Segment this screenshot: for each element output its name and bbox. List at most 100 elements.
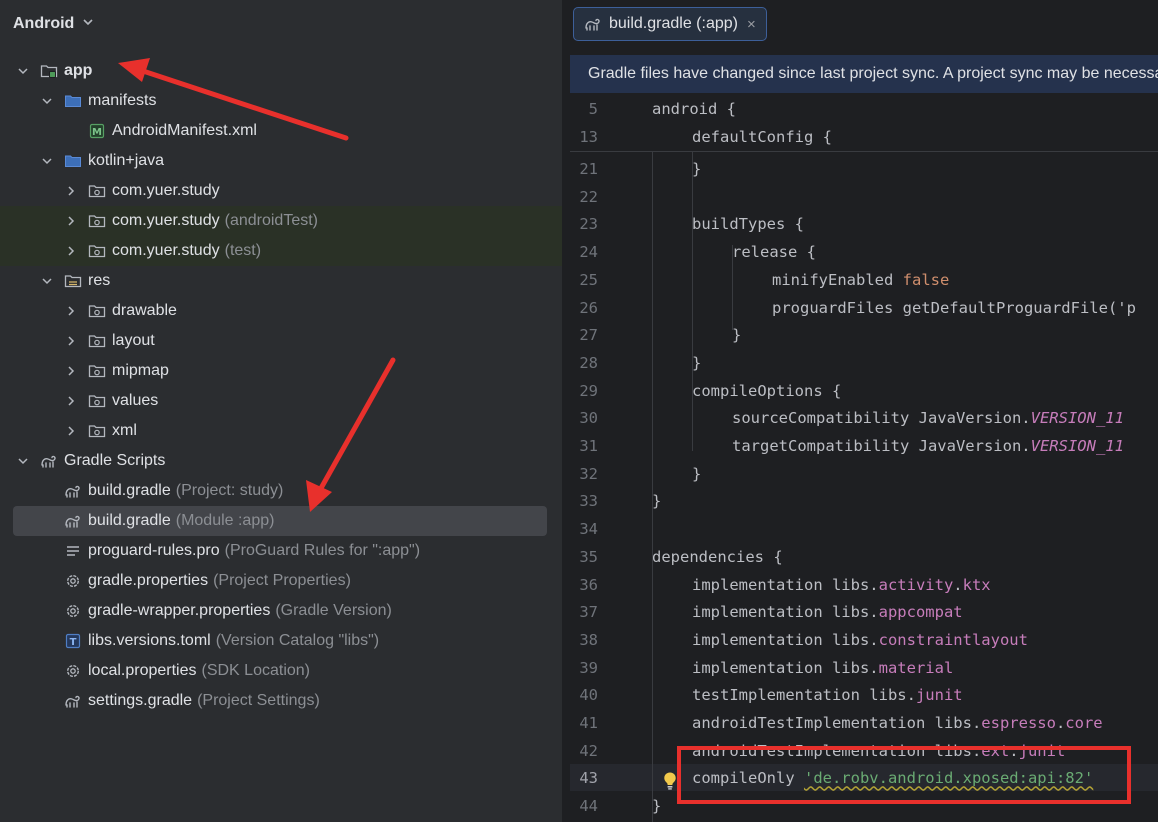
chevron-right-icon[interactable] bbox=[64, 184, 78, 198]
code-line[interactable]: 21} bbox=[570, 155, 1158, 182]
code-line[interactable]: 32} bbox=[570, 460, 1158, 487]
code-text: compileOptions { bbox=[692, 382, 841, 400]
chevron-right-icon[interactable] bbox=[64, 364, 78, 378]
code-line[interactable]: 43 compileOnly 'de.robv.android.xposed:ap… bbox=[570, 764, 1158, 791]
tab-build-gradle-app[interactable]: build.gradle (:app) × bbox=[573, 7, 767, 41]
code-line[interactable]: 34 bbox=[570, 515, 1158, 542]
code-line[interactable]: 30 sourceCompatibility JavaVersion.VERSIO… bbox=[570, 404, 1158, 431]
code-line[interactable]: 22 bbox=[570, 183, 1158, 210]
code-token: material bbox=[878, 658, 954, 677]
chevron-right-icon[interactable] bbox=[64, 424, 78, 438]
code-line[interactable]: 26 proguardFiles getDefaultProguardFile('… bbox=[570, 294, 1158, 321]
chevron-right-icon[interactable] bbox=[64, 304, 78, 318]
code-line[interactable]: 33} bbox=[570, 487, 1158, 514]
close-icon[interactable]: × bbox=[747, 16, 756, 33]
line-number: 32 bbox=[579, 464, 598, 483]
code-token: constraintlayout bbox=[878, 630, 1028, 649]
tree-item-pkg-main[interactable]: com.yuer.study bbox=[0, 176, 562, 206]
sync-notification-banner: Gradle files have changed since last pro… bbox=[570, 55, 1158, 93]
line-number: 28 bbox=[579, 353, 598, 372]
tree-item-gradle-properties[interactable]: gradle.properties (Project Properties) bbox=[0, 566, 562, 596]
tree-item-gradle-scripts[interactable]: Gradle Scripts bbox=[0, 446, 562, 476]
code-line[interactable]: 42 androidTestImplementation libs.ext.jun… bbox=[570, 737, 1158, 764]
tree-item-drawable[interactable]: drawable bbox=[0, 296, 562, 326]
tree-item-pkg-android-test[interactable]: com.yuer.study (androidTest) bbox=[0, 206, 562, 236]
chevron-right-icon[interactable] bbox=[64, 214, 78, 228]
panel-splitter[interactable] bbox=[562, 0, 570, 822]
tree-item-pkg-test[interactable]: com.yuer.study (test) bbox=[0, 236, 562, 266]
code-line[interactable]: 28} bbox=[570, 349, 1158, 376]
code-line[interactable]: 5 android { bbox=[570, 95, 1158, 122]
code-line[interactable]: 44} bbox=[570, 792, 1158, 819]
code-token: implementation libs. bbox=[692, 602, 879, 621]
code-line[interactable]: 37 implementation libs.appcompat bbox=[570, 598, 1158, 625]
gear-icon bbox=[64, 602, 82, 620]
tree-item-xml[interactable]: xml bbox=[0, 416, 562, 446]
chevron-right-icon[interactable] bbox=[64, 394, 78, 408]
code-line[interactable]: 41 androidTestImplementation libs.espress… bbox=[570, 709, 1158, 736]
code-line[interactable]: 13 defaultConfig { bbox=[570, 123, 1158, 150]
chevron-down-icon[interactable] bbox=[16, 64, 30, 78]
tree-item-settings-gradle[interactable]: settings.gradle (Project Settings) bbox=[0, 686, 562, 716]
package-icon bbox=[88, 392, 106, 410]
code-token: core bbox=[1065, 713, 1103, 732]
toml-file-icon: T bbox=[64, 632, 82, 650]
code-token: compileOnly bbox=[692, 768, 804, 787]
code-token: false bbox=[902, 270, 950, 289]
code-line[interactable]: 24 release { bbox=[570, 238, 1158, 265]
code-line[interactable]: 25 minifyEnabled false bbox=[570, 266, 1158, 293]
tree-item-libs-versions[interactable]: Tlibs.versions.toml (Version Catalog "lib… bbox=[0, 626, 562, 656]
code-line[interactable]: 27} bbox=[570, 321, 1158, 348]
chevron-down-icon[interactable] bbox=[40, 154, 54, 168]
chevron-right-icon[interactable] bbox=[64, 244, 78, 258]
tree-item-build-gradle-module[interactable]: build.gradle (Module :app) bbox=[13, 506, 547, 536]
code-token: VERSION_11 bbox=[1030, 408, 1124, 427]
chevron-right-icon[interactable] bbox=[64, 334, 78, 348]
code-line[interactable]: 31 targetCompatibility JavaVersion.VERSIO… bbox=[570, 432, 1158, 459]
line-number: 13 bbox=[579, 127, 598, 146]
code-line[interactable]: 23 buildTypes { bbox=[570, 210, 1158, 237]
code-line[interactable]: 38 implementation libs.constraintlayout bbox=[570, 626, 1158, 653]
code-line[interactable]: 40 testImplementation libs.junit bbox=[570, 681, 1158, 708]
view-selector-dropdown[interactable]: Android bbox=[13, 13, 94, 35]
code-line[interactable]: 29 compileOptions { bbox=[570, 377, 1158, 404]
code-token: . bbox=[1055, 713, 1066, 732]
tree-item-proguard-rules[interactable]: proguard-rules.pro (ProGuard Rules for ":… bbox=[0, 536, 562, 566]
tree-item-res[interactable]: res bbox=[0, 266, 562, 296]
view-selector-label: Android bbox=[13, 15, 75, 32]
code-token: implementation libs. bbox=[692, 658, 879, 677]
tree-item-manifest-file[interactable]: M AndroidManifest.xml bbox=[0, 116, 562, 146]
line-number: 40 bbox=[579, 685, 598, 704]
tree-item-local-properties[interactable]: local.properties (SDK Location) bbox=[0, 656, 562, 686]
tree-item-values[interactable]: values bbox=[0, 386, 562, 416]
code-editor[interactable]: 5 android {13 defaultConfig { 21} 22 23 build… bbox=[570, 95, 1158, 822]
sticky-lines[interactable]: 5 android {13 defaultConfig { bbox=[570, 95, 1158, 152]
tree-item-manifests[interactable]: manifests bbox=[0, 86, 562, 116]
chevron-down-icon[interactable] bbox=[40, 274, 54, 288]
code-line[interactable]: 39 implementation libs.material bbox=[570, 654, 1158, 681]
package-icon bbox=[88, 332, 106, 350]
tree-item-layout[interactable]: layout bbox=[0, 326, 562, 356]
lightbulb-icon[interactable] bbox=[662, 771, 678, 791]
line-number: 36 bbox=[579, 575, 598, 594]
code-line[interactable]: 35 dependencies { bbox=[570, 543, 1158, 570]
line-number: 38 bbox=[579, 630, 598, 649]
code-token: sourceCompatibility JavaVersion. bbox=[732, 408, 1031, 427]
tree-item-kotlin-java[interactable]: kotlin+java bbox=[0, 146, 562, 176]
code-token: ext bbox=[981, 741, 1010, 760]
tree-item-gradle-wrapper-properties[interactable]: gradle-wrapper.properties (Gradle Version… bbox=[0, 596, 562, 626]
tree-item-label: xml bbox=[112, 422, 137, 439]
tree-item-build-gradle-project[interactable]: build.gradle (Project: study) bbox=[0, 476, 562, 506]
gradle-icon bbox=[64, 692, 82, 710]
tree-item-mipmap[interactable]: mipmap bbox=[0, 356, 562, 386]
line-number: 23 bbox=[579, 214, 598, 233]
code-line[interactable]: 36 implementation libs.activity.ktx bbox=[570, 571, 1158, 598]
package-icon bbox=[88, 422, 106, 440]
chevron-down-icon[interactable] bbox=[16, 454, 30, 468]
code-token: android { bbox=[652, 99, 736, 118]
chevron-down-icon[interactable] bbox=[40, 94, 54, 108]
code-text: } bbox=[692, 160, 701, 178]
code-token: espresso bbox=[981, 713, 1056, 732]
tree-item-app[interactable]: app bbox=[0, 56, 562, 86]
code-text: dependencies { bbox=[652, 548, 783, 566]
